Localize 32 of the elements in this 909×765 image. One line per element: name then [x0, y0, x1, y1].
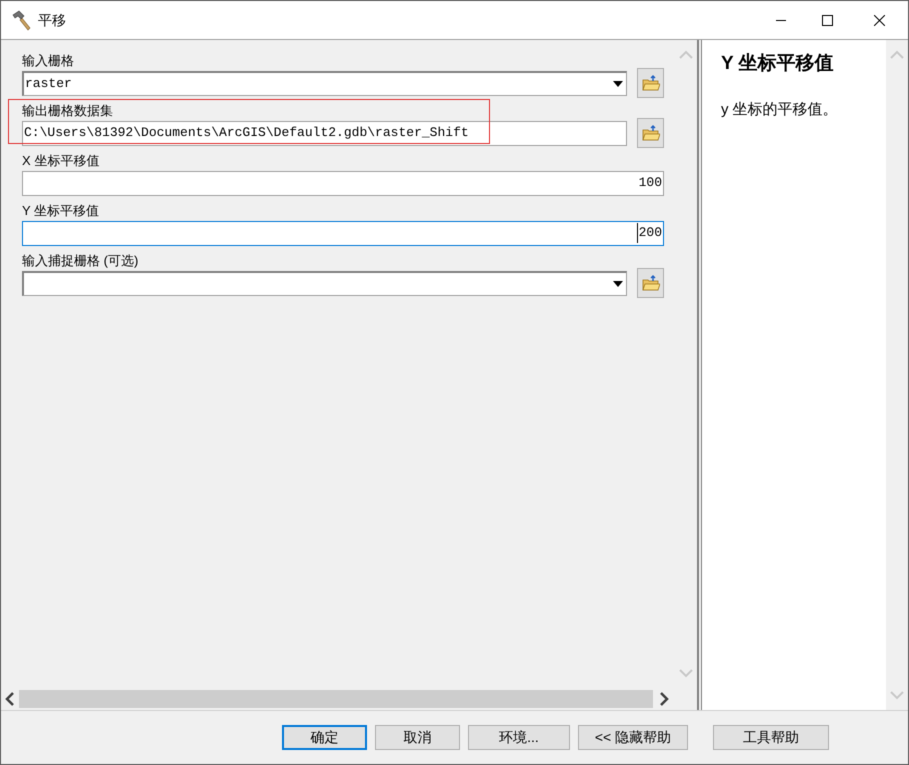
window-title: 平移: [38, 10, 66, 30]
folder-icon: [642, 125, 660, 141]
scroll-left-icon[interactable]: [5, 692, 15, 706]
number-field[interactable]: 100: [22, 170, 664, 196]
field-label: X 坐标平移值: [22, 152, 100, 169]
maximize-icon: [822, 14, 832, 26]
close-icon: [874, 14, 884, 26]
dropdown-arrow-icon: [613, 80, 623, 86]
dialog-button[interactable]: 取消: [375, 725, 460, 750]
field-label: 输入捕捉栅格 (可选): [22, 252, 138, 269]
number-field[interactable]: 200: [22, 220, 664, 246]
dialog-button[interactable]: 环境...: [468, 725, 570, 750]
hammer-icon: [10, 9, 32, 31]
browse-button[interactable]: [637, 68, 664, 98]
help-text: y 坐标的平移值。: [721, 100, 839, 120]
horizontal-scrollbar-thumb[interactable]: [19, 690, 653, 708]
help-title: Y 坐标平移值: [721, 52, 835, 76]
browse-button[interactable]: [637, 268, 664, 298]
dialog-button[interactable]: 工具帮助: [713, 725, 829, 750]
browse-button[interactable]: [637, 118, 664, 148]
dropdown-field[interactable]: raster: [22, 70, 627, 96]
dropdown-field[interactable]: [22, 270, 627, 296]
dialog-button[interactable]: << 隐藏帮助: [578, 725, 688, 750]
dialog-button[interactable]: 确定: [282, 725, 367, 750]
dropdown-arrow-icon: [613, 280, 623, 286]
path-field[interactable]: C:\Users\81392\Documents\ArcGIS\Default2.gdb\raster_Shift: [22, 120, 627, 146]
folder-icon: [642, 275, 660, 291]
field-label: Y 坐标平移值: [22, 202, 100, 219]
field-label: 输出栅格数据集: [22, 102, 113, 119]
folder-icon: [642, 75, 660, 91]
field-label: 输入栅格: [22, 52, 74, 69]
scroll-right-icon[interactable]: [659, 692, 669, 706]
